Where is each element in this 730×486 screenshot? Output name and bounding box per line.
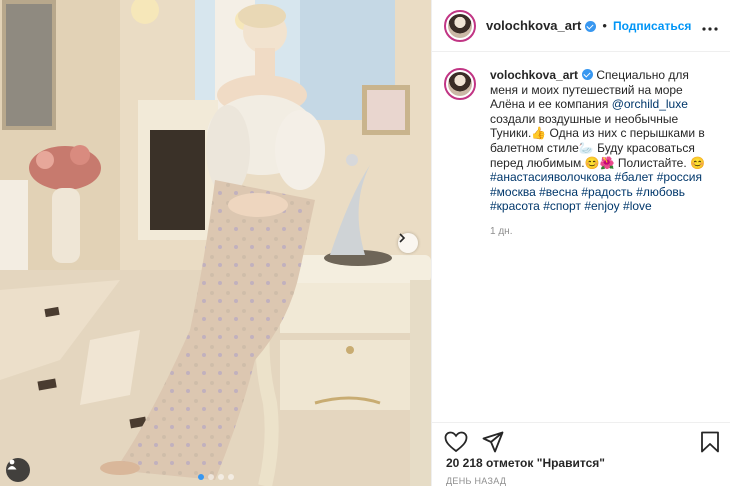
verified-badge-icon xyxy=(585,21,597,32)
caption-username[interactable]: volochkova_art xyxy=(490,68,578,82)
header-username[interactable]: volochkova_art xyxy=(486,18,581,33)
hashtag-link[interactable]: #весна xyxy=(539,185,578,199)
chevron-right-icon xyxy=(399,233,406,243)
carousel-dot xyxy=(227,474,234,480)
avatar[interactable] xyxy=(444,68,476,100)
caption-text: volochkova_art Специально для меня и мои… xyxy=(490,68,714,214)
carousel-dot xyxy=(197,474,204,480)
hashtag-link[interactable]: #love xyxy=(623,199,652,213)
next-image-button[interactable] xyxy=(398,233,418,253)
hashtag-link[interactable]: #анастасияволочкова xyxy=(490,170,611,184)
hashtag-link[interactable]: #балет xyxy=(615,170,654,184)
share-icon xyxy=(482,431,504,453)
post-date[interactable]: ДЕНЬ НАЗАД xyxy=(446,476,506,486)
like-button[interactable] xyxy=(444,431,468,458)
hashtag-link[interactable]: #enjoy xyxy=(584,199,619,213)
carousel-dot xyxy=(207,474,214,480)
save-button[interactable] xyxy=(700,431,720,458)
post-image xyxy=(0,0,431,486)
avatar[interactable] xyxy=(444,9,476,42)
hashtag-link[interactable]: #москва xyxy=(490,185,536,199)
carousel-indicator xyxy=(0,474,431,480)
likes-word: "Нравится" xyxy=(536,456,605,470)
separator-dot: • xyxy=(602,18,607,33)
share-button[interactable] xyxy=(482,431,504,458)
verified-badge-icon xyxy=(582,69,594,80)
hashtag-link[interactable]: #радость xyxy=(581,185,632,199)
hashtag-link[interactable]: #любовь xyxy=(636,185,685,199)
action-bar xyxy=(432,422,730,456)
comment-timestamp[interactable]: 1 дн. xyxy=(490,226,718,237)
caption-part-2: создали воздушные и необычные Туники.👍 О… xyxy=(490,111,705,170)
heart-icon xyxy=(444,431,468,453)
post-photo[interactable] xyxy=(0,0,431,486)
hashtag-link[interactable]: #россия xyxy=(657,170,702,184)
carousel-dot xyxy=(217,474,224,480)
hashtag-link[interactable]: #красота xyxy=(490,199,540,213)
more-options-button[interactable] xyxy=(702,18,718,36)
user-tag-icon xyxy=(7,459,17,470)
likes-count[interactable]: 20 218 отметок "Нравится" xyxy=(446,456,605,470)
caption-comment: volochkova_art Специально для меня и мои… xyxy=(444,68,718,214)
mention-link[interactable]: @orchild_luxe xyxy=(612,97,688,111)
bookmark-icon xyxy=(701,431,719,453)
comments-section: volochkova_art Специально для меня и мои… xyxy=(432,52,730,237)
more-options-icon xyxy=(702,27,718,31)
post-side-panel: volochkova_art • Подписаться volochkova_… xyxy=(431,0,730,486)
follow-button[interactable]: Подписаться xyxy=(613,19,691,33)
post-header: volochkova_art • Подписаться xyxy=(432,0,730,52)
likes-number: 20 218 отметок xyxy=(446,456,534,470)
hashtag-link[interactable]: #спорт xyxy=(543,199,581,213)
